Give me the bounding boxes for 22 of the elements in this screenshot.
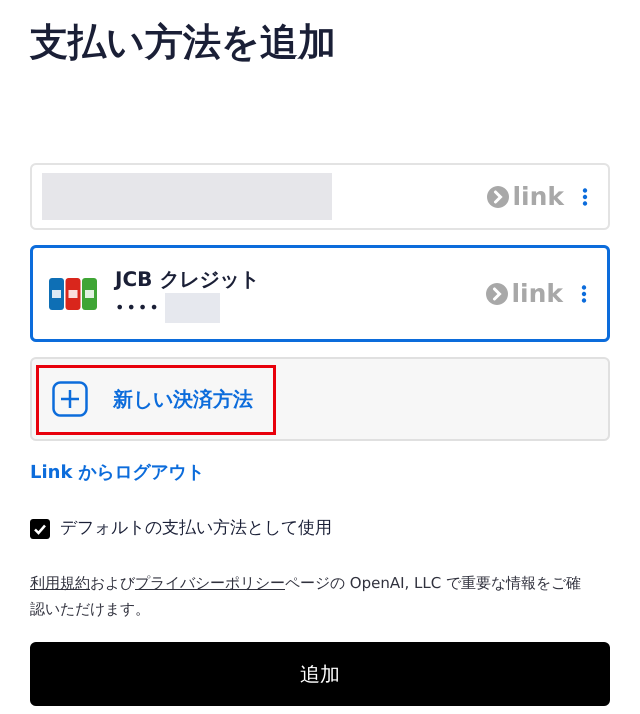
chevron-circle-icon [487, 186, 510, 208]
add-button[interactable]: 追加 [30, 642, 610, 706]
checkbox[interactable] [30, 518, 50, 539]
card-logo-icon [49, 278, 97, 310]
more-options-icon[interactable] [581, 284, 587, 302]
payment-method-card[interactable]: JCB クレジット •••• link [30, 245, 610, 342]
terms-link[interactable]: 利用規約 [30, 574, 90, 592]
new-payment-method-label: 新しい決済方法 [113, 386, 253, 413]
new-payment-method-button[interactable]: 新しい決済方法 [30, 357, 610, 441]
chevron-circle-icon [486, 282, 508, 304]
brand-logo-text: link [512, 184, 564, 209]
brand-logo-text: link [511, 281, 563, 306]
checkbox-label: デフォルトの支払い方法として使用 [60, 517, 332, 540]
page-title: 支払い方法を追加 [30, 19, 337, 66]
more-options-icon[interactable] [582, 188, 588, 206]
card-number: •••• [115, 296, 161, 318]
terms-text: 利用規約およびプライバシーポリシーページの OpenAI, LLC で重要な情報をご確認いただけます。 [30, 572, 582, 620]
logout-link[interactable]: Link からログアウト [30, 459, 205, 486]
terms-link[interactable]: プライバシーポリシー [135, 574, 285, 592]
card-name: JCB クレジット [115, 266, 260, 292]
plus-icon [52, 381, 88, 417]
redacted-block [164, 292, 220, 322]
